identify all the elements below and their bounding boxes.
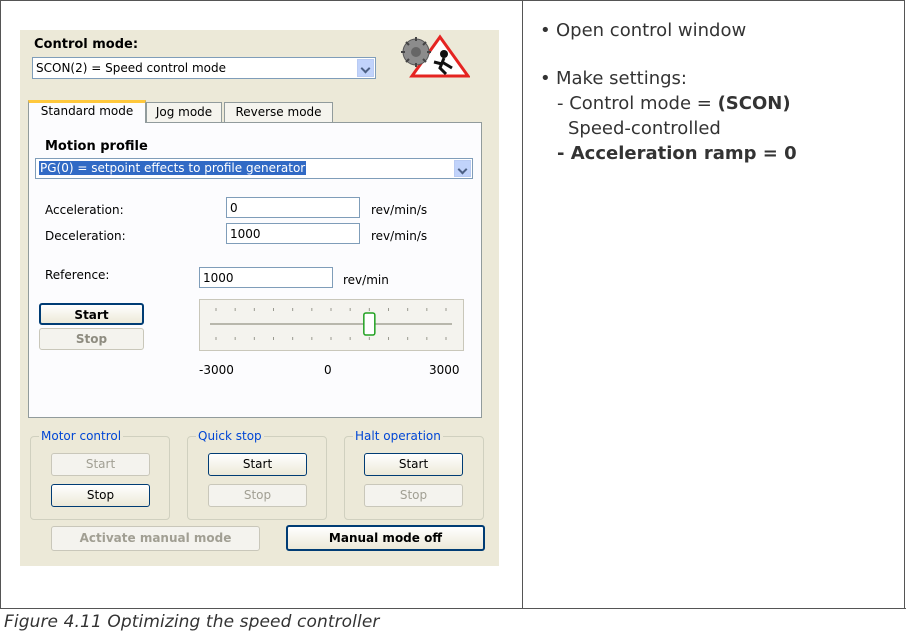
quick-stop-title: Quick stop bbox=[196, 429, 264, 443]
tab-standard-mode[interactable]: Standard mode bbox=[28, 100, 146, 123]
halt-operation-start-button[interactable]: Start bbox=[364, 453, 463, 476]
slider-max-label: 3000 bbox=[429, 363, 460, 377]
quick-stop-group: Quick stop Start Stop bbox=[187, 429, 327, 520]
setting-control-mode-text: - Control mode = bbox=[557, 93, 718, 114]
motor-control-stop-button[interactable]: Stop bbox=[51, 484, 150, 507]
deceleration-input[interactable]: 1000 bbox=[226, 223, 360, 244]
tab-jog-mode[interactable]: Jog mode bbox=[146, 102, 222, 122]
motion-profile-select[interactable]: PG(0) = setpoint effects to profile gene… bbox=[35, 158, 473, 179]
figure-caption: Figure 4.11 Optimizing the speed control… bbox=[4, 612, 380, 632]
control-mode-value: SCON(2) = Speed control mode bbox=[36, 61, 226, 75]
quick-stop-stop-button[interactable]: Stop bbox=[208, 484, 307, 507]
column-divider bbox=[522, 0, 523, 609]
setting-control-mode-value: (SCON) bbox=[717, 93, 791, 114]
bullet-marker: • bbox=[540, 20, 551, 41]
control-mode-select[interactable]: SCON(2) = Speed control mode bbox=[32, 57, 376, 79]
setting-acceleration-ramp: - Acceleration ramp = 0 bbox=[557, 143, 797, 164]
motor-control-group: Motor control Start Stop bbox=[30, 429, 170, 520]
acceleration-value: 0 bbox=[230, 201, 238, 215]
halt-operation-title: Halt operation bbox=[353, 429, 443, 443]
slider-ticks-bottom bbox=[215, 337, 447, 340]
acceleration-input[interactable]: 0 bbox=[226, 197, 360, 218]
chevron-down-icon[interactable] bbox=[357, 59, 374, 77]
deceleration-value: 1000 bbox=[230, 227, 261, 241]
slider-track[interactable] bbox=[200, 300, 463, 350]
motor-control-start-button[interactable]: Start bbox=[51, 453, 150, 476]
reference-label: Reference: bbox=[45, 268, 110, 282]
motion-profile-label: Motion profile bbox=[45, 139, 148, 154]
motion-profile-value: PG(0) = setpoint effects to profile gene… bbox=[39, 161, 307, 175]
control-window: Control mode: SCON(2) = Speed control mo… bbox=[20, 30, 499, 566]
hazard-triangle-icon bbox=[401, 34, 470, 78]
start-button[interactable]: Start bbox=[39, 303, 144, 325]
setting-control-mode: - Control mode = (SCON) bbox=[557, 93, 791, 114]
chevron-down-icon[interactable] bbox=[454, 160, 471, 177]
standard-mode-panel: Motion profile PG(0) = setpoint effects … bbox=[28, 122, 482, 418]
bullet-marker: • bbox=[540, 68, 551, 89]
setting-control-mode-cont: Speed-controlled bbox=[568, 118, 721, 139]
motor-control-title: Motor control bbox=[39, 429, 124, 443]
slider-thumb[interactable] bbox=[363, 312, 376, 336]
activate-manual-mode-button[interactable]: Activate manual mode bbox=[51, 526, 260, 551]
slider-ticks-top bbox=[215, 308, 447, 311]
deceleration-label: Deceleration: bbox=[45, 229, 126, 243]
reference-input[interactable]: 1000 bbox=[199, 267, 333, 288]
reference-value: 1000 bbox=[203, 271, 234, 285]
reference-unit: rev/min bbox=[343, 273, 389, 287]
reference-slider[interactable] bbox=[199, 299, 464, 351]
control-mode-label: Control mode: bbox=[34, 37, 139, 52]
manual-mode-off-button[interactable]: Manual mode off bbox=[286, 525, 485, 551]
bullet-make-settings: Make settings: bbox=[556, 68, 687, 89]
quick-stop-start-button[interactable]: Start bbox=[208, 453, 307, 476]
acceleration-unit: rev/min/s bbox=[371, 203, 428, 217]
deceleration-unit: rev/min/s bbox=[371, 229, 428, 243]
halt-operation-stop-button[interactable]: Stop bbox=[364, 484, 463, 507]
tab-reverse-mode[interactable]: Reverse mode bbox=[224, 102, 333, 122]
acceleration-label: Acceleration: bbox=[45, 203, 124, 217]
halt-operation-group: Halt operation Start Stop bbox=[344, 429, 484, 520]
slider-mid-label: 0 bbox=[324, 363, 332, 377]
frame-bottom-rule bbox=[0, 608, 906, 609]
slider-min-label: -3000 bbox=[199, 363, 234, 377]
bullet-open-control-window: Open control window bbox=[556, 20, 747, 41]
stop-button[interactable]: Stop bbox=[39, 328, 144, 350]
